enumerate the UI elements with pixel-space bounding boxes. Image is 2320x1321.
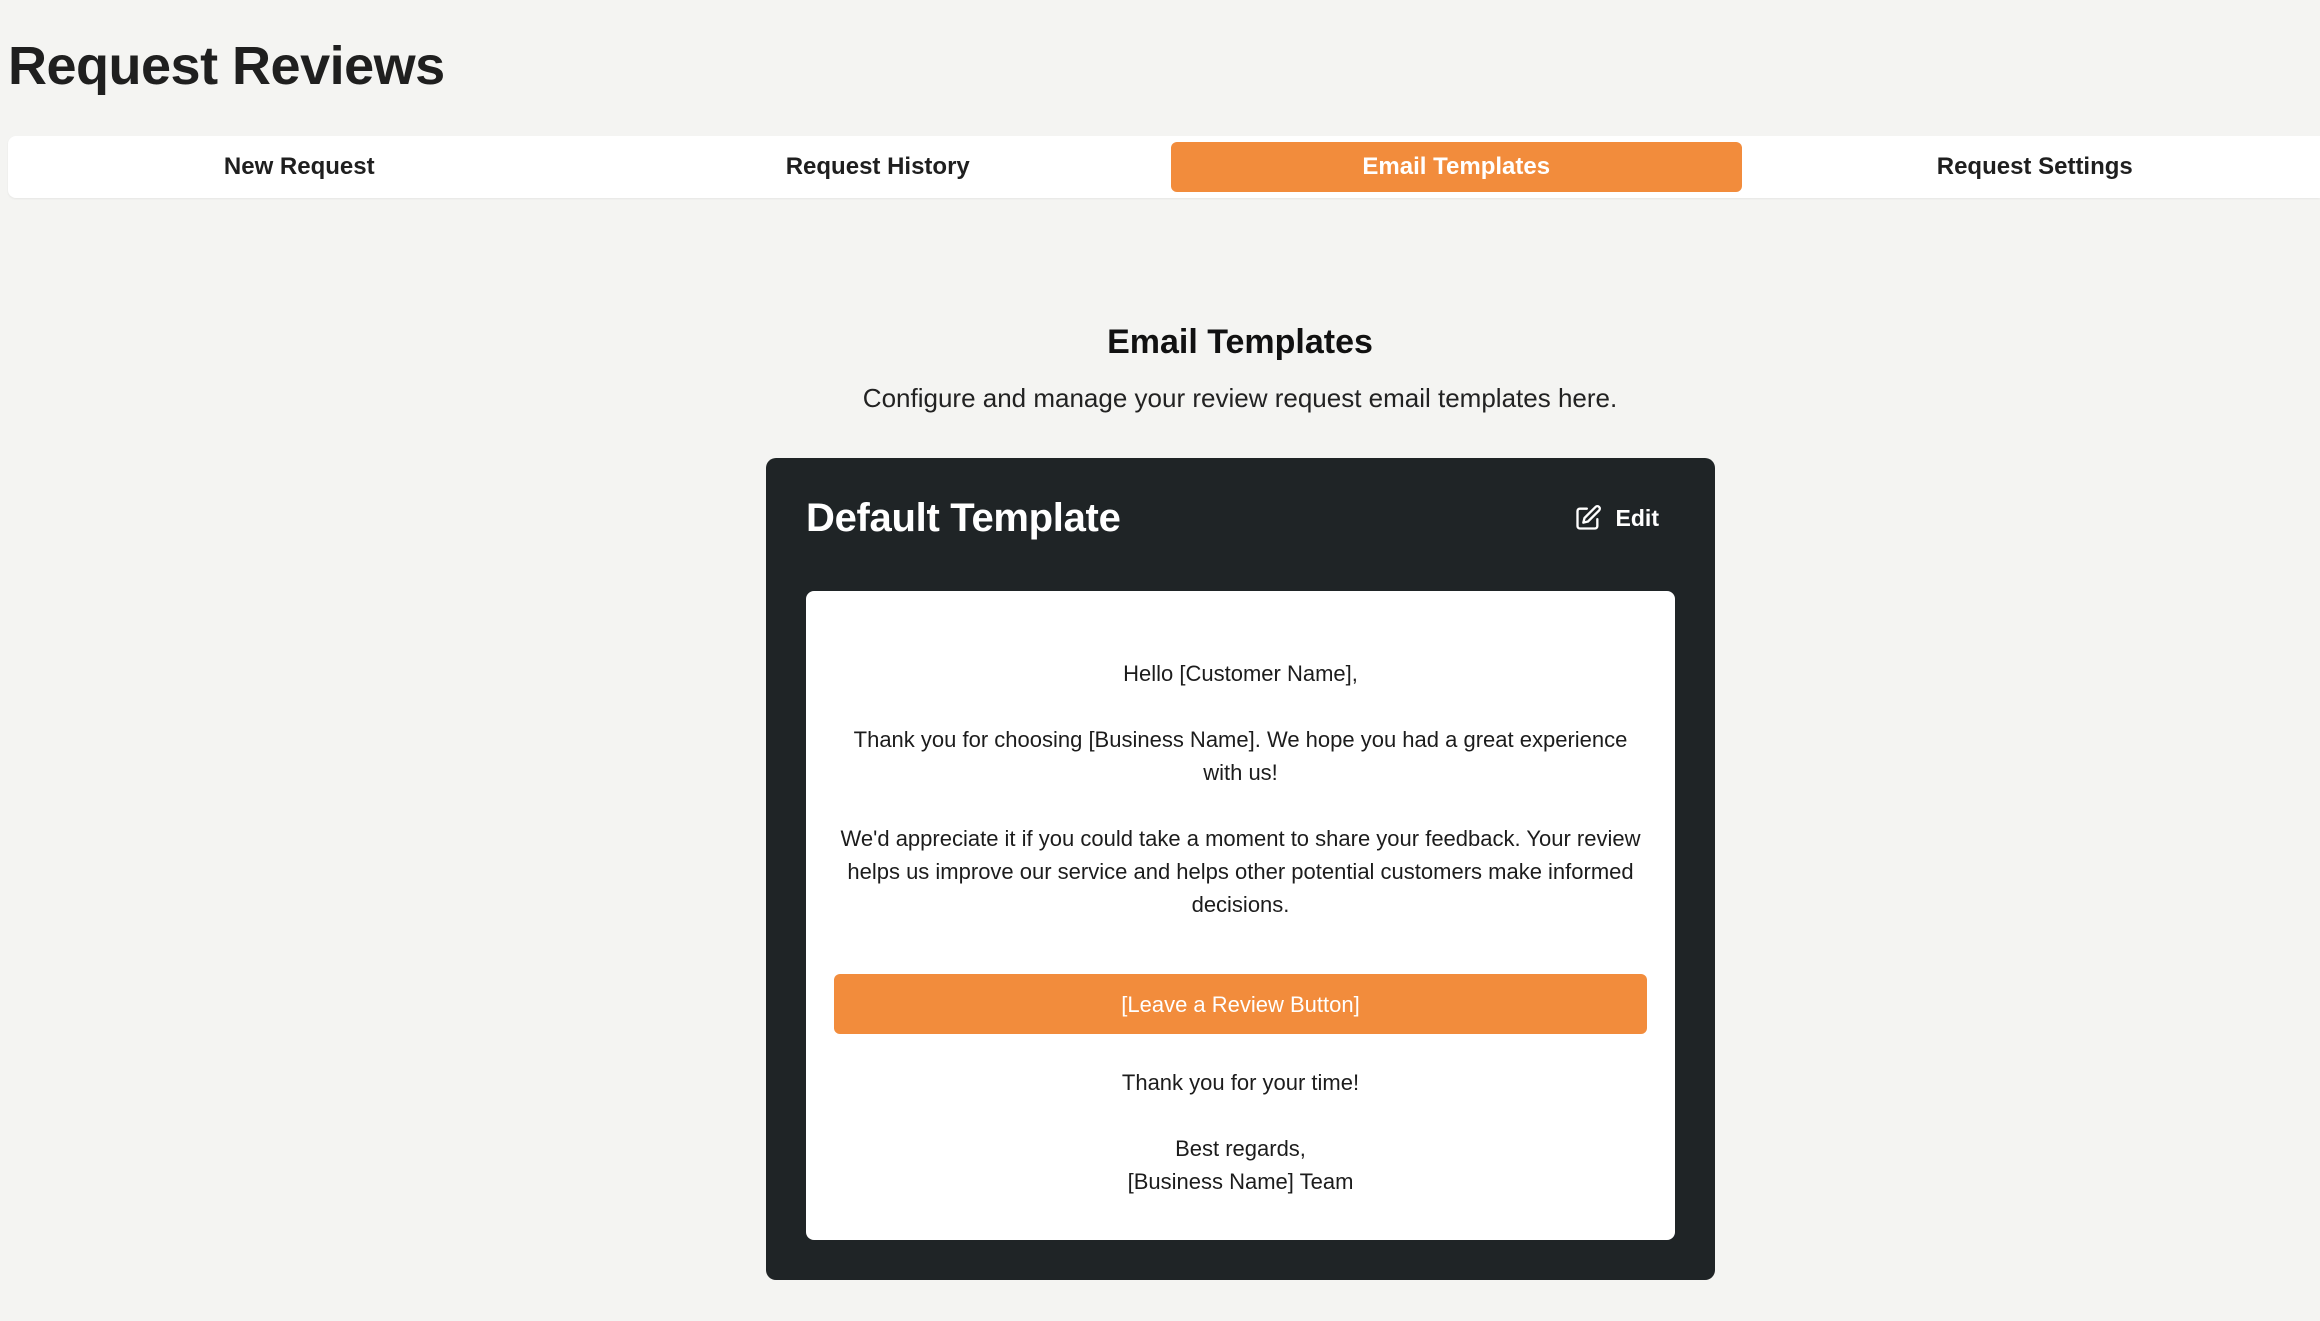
email-preview: Hello [Customer Name], Thank you for cho… <box>806 591 1675 1240</box>
edit-template-button[interactable]: Edit <box>1574 504 1659 532</box>
email-greeting: Hello [Customer Name], <box>1123 661 1358 686</box>
email-paragraph-2: We'd appreciate it if you could take a m… <box>840 826 1641 917</box>
page-title: Request Reviews <box>8 36 445 96</box>
section-title: Email Templates <box>1107 323 1373 361</box>
email-signature: [Business Name] Team <box>1127 1169 1354 1194</box>
email-paragraph-1: Thank you for choosing [Business Name]. … <box>853 727 1628 785</box>
edit-label: Edit <box>1615 504 1659 531</box>
tab-request-settings[interactable]: Request Settings <box>1750 142 2320 192</box>
email-closing: Best regards, <box>1175 1136 1306 1161</box>
template-card: Default Template Edit Hello [Customer Na… <box>766 458 1715 1280</box>
leave-review-button[interactable]: [Leave a Review Button] <box>834 974 1647 1034</box>
section-description: Configure and manage your review request… <box>862 383 1618 413</box>
tab-email-templates[interactable]: Email Templates <box>1171 142 1742 192</box>
email-thanks: Thank you for your time! <box>1121 1070 1360 1095</box>
tab-bar: New Request Request History Email Templa… <box>8 136 2320 198</box>
tab-request-history[interactable]: Request History <box>593 142 1164 192</box>
tab-new-request[interactable]: New Request <box>14 142 585 192</box>
template-title: Default Template <box>806 496 1121 540</box>
edit-icon <box>1574 504 1602 532</box>
